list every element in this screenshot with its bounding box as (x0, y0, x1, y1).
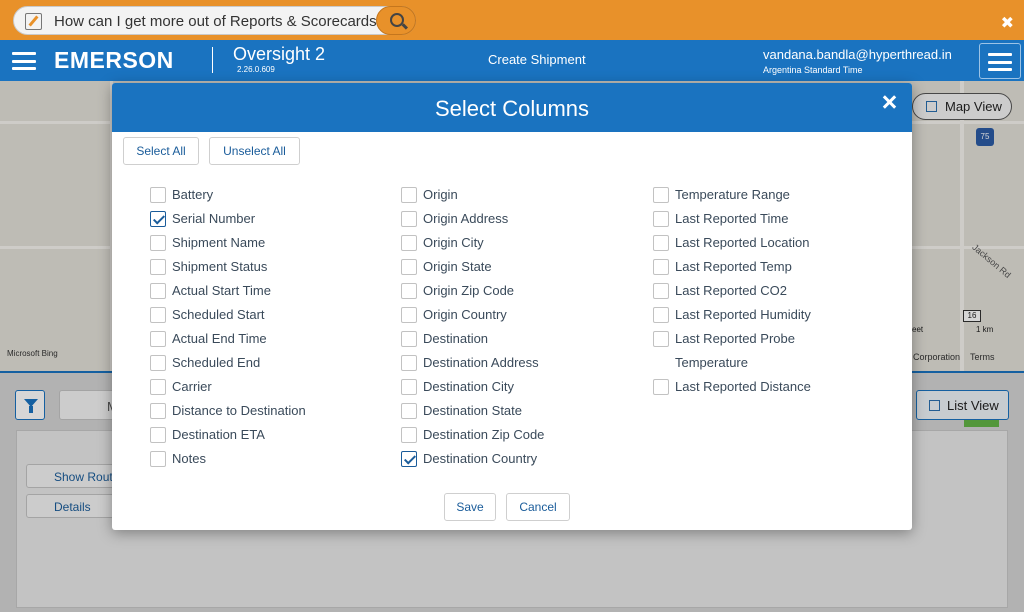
select-columns-dialog: Select Columns Select All Unselect All B… (112, 83, 912, 530)
checkbox[interactable] (150, 259, 166, 275)
column-option-label[interactable]: Last Reported CO2 (675, 283, 787, 298)
help-search-text[interactable]: How can I get more out of Reports & Scor… (54, 13, 385, 30)
edit-icon (25, 13, 42, 30)
column-option-label[interactable]: Scheduled Start (172, 307, 265, 322)
checkbox[interactable] (150, 403, 166, 419)
column-option-label[interactable]: Origin Country (423, 307, 507, 322)
column-option-label[interactable]: Destination Zip Code (423, 427, 544, 442)
select-all-button[interactable]: Select All (123, 137, 199, 165)
menu-icon[interactable] (12, 52, 36, 70)
column-option-label[interactable]: Last Reported Location (675, 235, 809, 250)
dialog-header: Select Columns (112, 83, 912, 132)
checkbox[interactable] (653, 283, 669, 299)
app-name: Oversight 2 (233, 44, 326, 64)
column-option-label[interactable]: Shipment Status (172, 259, 267, 274)
column-option-label[interactable]: Notes (172, 451, 206, 466)
checkbox-checked[interactable] (150, 211, 166, 227)
checkbox[interactable] (401, 187, 417, 203)
close-icon[interactable]: ✖ (1001, 13, 1014, 33)
checkbox[interactable] (653, 259, 669, 275)
checkbox[interactable] (653, 307, 669, 323)
user-email[interactable]: vandana.bandla@hyperthread.in (763, 47, 952, 62)
column-option-label[interactable]: Destination ETA (172, 427, 265, 442)
checkbox[interactable] (401, 427, 417, 443)
close-icon[interactable] (881, 94, 897, 110)
column-option-label[interactable]: Actual End Time (172, 331, 267, 346)
column-option-label[interactable]: Actual Start Time (172, 283, 271, 298)
checkbox-checked[interactable] (401, 451, 417, 467)
cancel-button[interactable]: Cancel (506, 493, 570, 521)
save-button[interactable]: Save (444, 493, 496, 521)
checkbox[interactable] (401, 259, 417, 275)
column-option-label[interactable]: Distance to Destination (172, 403, 306, 418)
checkbox[interactable] (150, 427, 166, 443)
page-title: Create Shipment (488, 52, 586, 67)
checkbox[interactable] (150, 331, 166, 347)
column-option-label[interactable]: Last Reported Probe (675, 331, 795, 346)
column-option-label[interactable]: Last Reported Temp (675, 259, 792, 274)
search-icon[interactable] (376, 6, 416, 35)
user-menu-button[interactable] (979, 43, 1021, 79)
checkbox[interactable] (401, 331, 417, 347)
app-version: 2.26.0.609 (237, 65, 275, 74)
help-bar: How can I get more out of Reports & Scor… (0, 0, 1024, 40)
checkbox[interactable] (150, 451, 166, 467)
column-option-label[interactable]: Origin Address (423, 211, 508, 226)
column-option-label[interactable]: Serial Number (172, 211, 255, 226)
checkbox[interactable] (401, 211, 417, 227)
checkbox[interactable] (150, 187, 166, 203)
unselect-all-button[interactable]: Unselect All (209, 137, 300, 165)
checkbox[interactable] (653, 379, 669, 395)
checkbox[interactable] (653, 235, 669, 251)
column-option-label[interactable]: Origin City (423, 235, 484, 250)
column-option-label[interactable]: Last Reported Time (675, 211, 788, 226)
column-option-label[interactable]: Last Reported Humidity (675, 307, 811, 322)
checkbox[interactable] (150, 235, 166, 251)
column-option-label[interactable]: Destination State (423, 403, 522, 418)
column-option-label[interactable]: Carrier (172, 379, 212, 394)
column-option-label[interactable]: Destination City (423, 379, 514, 394)
column-option-label[interactable]: Origin Zip Code (423, 283, 514, 298)
app-header: EMERSON Oversight 2 2.26.0.609 Create Sh… (0, 40, 1024, 81)
checkbox[interactable] (401, 307, 417, 323)
column-option-label[interactable]: Destination (423, 331, 488, 346)
checkbox[interactable] (653, 211, 669, 227)
column-option-label[interactable]: Battery (172, 187, 213, 202)
checkbox[interactable] (150, 379, 166, 395)
column-option-label[interactable]: Temperature Range (675, 187, 790, 202)
help-search-box[interactable]: How can I get more out of Reports & Scor… (13, 6, 416, 35)
checkbox[interactable] (150, 355, 166, 371)
checkbox[interactable] (401, 235, 417, 251)
column-option-label[interactable]: Shipment Name (172, 235, 265, 250)
checkbox[interactable] (401, 283, 417, 299)
checkbox[interactable] (150, 307, 166, 323)
brand-logo: EMERSON (54, 47, 174, 73)
column-option-label[interactable]: Scheduled End (172, 355, 260, 370)
column-option-label[interactable]: Origin State (423, 259, 492, 274)
checkbox[interactable] (401, 355, 417, 371)
checkbox[interactable] (401, 379, 417, 395)
column-option-label[interactable]: Last Reported Distance (675, 379, 811, 394)
dialog-title: Select Columns (434, 96, 590, 121)
menu-icon (988, 53, 1012, 71)
checkbox[interactable] (401, 403, 417, 419)
column-option-label[interactable]: Destination Country (423, 451, 537, 466)
column-option-label-line2[interactable]: Temperature (675, 355, 748, 370)
checkbox[interactable] (653, 187, 669, 203)
column-option-label[interactable]: Destination Address (423, 355, 539, 370)
checkbox[interactable] (653, 331, 669, 347)
checkbox[interactable] (150, 283, 166, 299)
logo-divider (212, 47, 213, 73)
column-option-label[interactable]: Origin (423, 187, 458, 202)
user-timezone: Argentina Standard Time (763, 65, 863, 75)
